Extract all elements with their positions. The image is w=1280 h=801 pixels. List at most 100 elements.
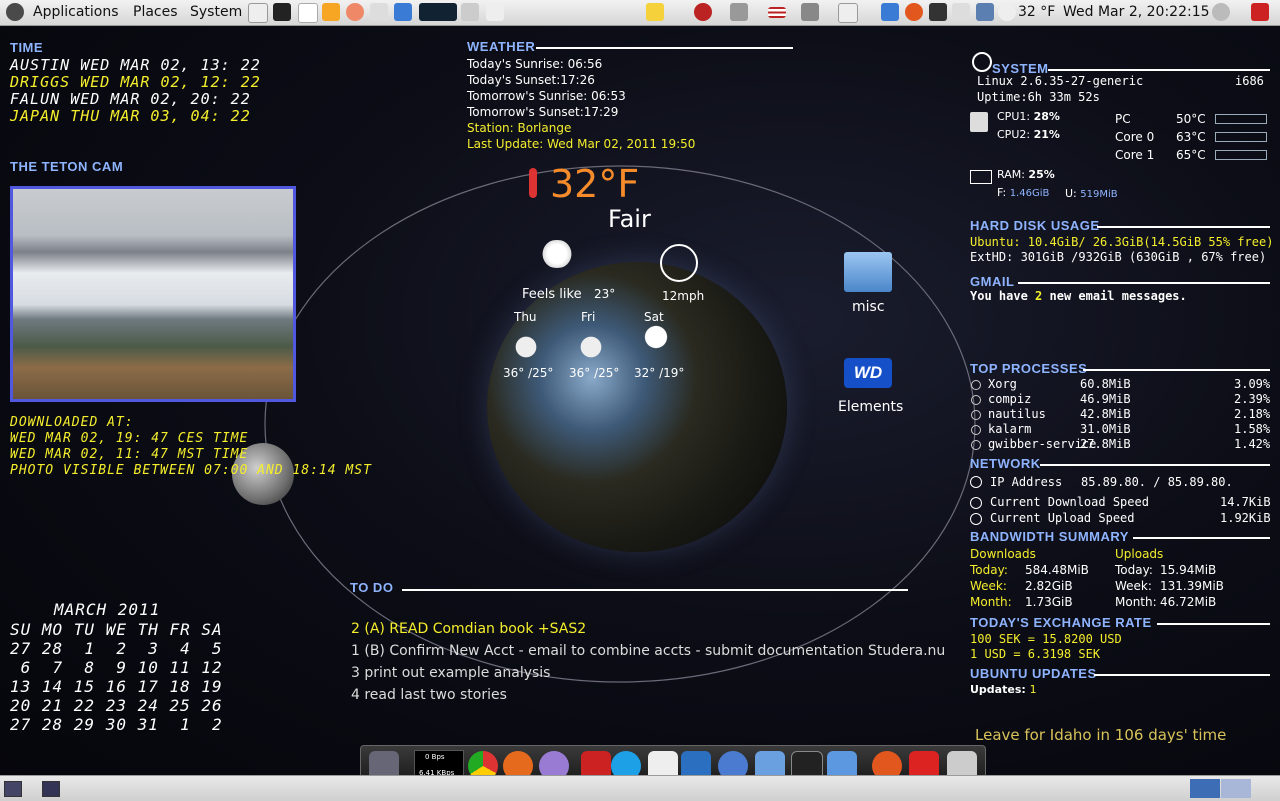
network-divider [1040, 464, 1270, 466]
updates-title: UBUNTU UPDATES [970, 666, 1097, 681]
sunrise-today: Today's Sunrise: 06:56 [467, 57, 603, 71]
bandwidth-up: 131.39MiB [1160, 579, 1224, 593]
downloads-label: Downloads [970, 547, 1036, 561]
process-cpu: 2.18% [1234, 407, 1271, 421]
time-row: JAPAN THU MAR 03, 04: 22 [10, 107, 251, 125]
temp-core1-value: 65°C [1176, 148, 1206, 162]
forecast-day: Sat [644, 310, 664, 324]
disk-divider [1097, 226, 1270, 228]
disk-exthd: ExtHD: 301GiB /932GiB (630GiB , 67% free… [970, 250, 1267, 264]
calendar-week: 6 7 8 9 10 11 12 [10, 658, 223, 677]
disk-ubuntu: Ubuntu: 10.4GiB/ 26.3GiB(14.5GiB 55% fre… [970, 235, 1274, 249]
process-mem: 31.0MiB [1080, 422, 1131, 436]
todo-divider [402, 589, 908, 591]
workspace-2[interactable] [1221, 779, 1251, 798]
ram-free: F: 1.46GiB [997, 186, 1050, 199]
bandwidth-label: Week: [970, 579, 1007, 593]
taskbar-window-icon[interactable] [42, 781, 60, 797]
process-mem: 60.8MiB [1080, 377, 1131, 391]
cpu-icon [970, 112, 988, 132]
ip-value: 85.89.80. / 85.89.80. [1081, 475, 1233, 489]
temp-core1-graph [1215, 150, 1267, 160]
forecast-day: Fri [581, 310, 596, 324]
sun-cloud-icon [538, 240, 576, 268]
sunset-today: Today's Sunset:17:26 [467, 73, 595, 87]
cam-line-ces: WED MAR 02, 19: 47 CES TIME [10, 431, 249, 446]
elements-drive-label[interactable]: Elements [838, 399, 903, 415]
bandwidth-up-label: Week: [1115, 579, 1152, 593]
workspace-1[interactable] [1190, 779, 1220, 798]
bandwidth-up: 15.94MiB [1160, 563, 1217, 577]
forecast-sun-cloud-icon [508, 334, 544, 360]
process-mem: 42.8MiB [1080, 407, 1131, 421]
todo-item: 1 (B) Confirm New Acct - email to combin… [351, 643, 946, 659]
temp-pc-label: PC [1115, 112, 1131, 126]
temp-core0-label: Core 0 [1115, 130, 1155, 144]
gmail-divider [1018, 282, 1270, 284]
process-name: compiz [988, 392, 1032, 406]
exchange-divider [1157, 623, 1270, 625]
ram-icon [970, 170, 992, 184]
upload-speed-label: Current Upload Speed [990, 511, 1135, 525]
bandwidth-label: Today: [970, 563, 1008, 577]
cpu2: CPU2: 21% [997, 128, 1060, 141]
forecast-temps: 36° /25° [569, 366, 620, 380]
process-name: Xorg [988, 377, 1017, 391]
ram-used: U: 519MiB [1065, 187, 1118, 200]
process-cpu: 3.09% [1234, 377, 1271, 391]
thermometer-icon [529, 168, 537, 198]
exchange-title: TODAY'S EXCHANGE RATE [970, 615, 1152, 630]
temp-core0-value: 63°C [1176, 130, 1206, 144]
cam-title: THE TETON CAM [10, 159, 124, 174]
earth-globe [487, 262, 787, 552]
processes-title: TOP PROCESSES [970, 361, 1088, 376]
calendar-week: 20 21 22 23 24 25 26 [10, 696, 223, 715]
disk-title: HARD DISK USAGE [970, 218, 1100, 233]
calendar-week: 13 14 15 16 17 18 19 [10, 677, 223, 696]
bandwidth-divider [1133, 537, 1270, 539]
calendar-week: 27 28 29 30 31 1 2 [10, 715, 223, 734]
feels-like: Feels like 23° [522, 287, 616, 302]
todo-item: 4 read last two stories [351, 687, 507, 703]
process-icon [971, 380, 981, 390]
countdown-text: Leave for Idaho in 106 days' time [975, 726, 1227, 744]
wind-compass-icon [660, 244, 698, 282]
sunset-tomorrow: Tomorrow's Sunset:17:29 [467, 105, 619, 119]
weather-last-update: Last Update: Wed Mar 02, 2011 19:50 [467, 137, 696, 151]
upload-speed-value: 1.92KiB [1220, 511, 1271, 525]
network-title: NETWORK [970, 456, 1041, 471]
temp-core0-graph [1215, 132, 1267, 142]
ip-label: IP Address [990, 475, 1063, 489]
forecast-sun-cloud-icon [573, 334, 609, 360]
process-name: kalarm [988, 422, 1032, 436]
elements-drive-icon[interactable]: WD [844, 358, 892, 388]
process-icon [971, 410, 981, 420]
show-desktop-icon[interactable] [4, 781, 22, 797]
misc-folder-label[interactable]: misc [852, 299, 885, 315]
download-speed-value: 14.7KiB [1220, 495, 1271, 509]
calendar-week: 27 28 1 2 3 4 5 [10, 639, 223, 658]
cpu1: CPU1: 28% [997, 110, 1060, 123]
ram-usage: RAM: 25% [997, 168, 1055, 181]
misc-folder-icon[interactable] [844, 252, 892, 292]
cam-line-visible: PHOTO VISIBLE BETWEEN 07:00 AND 18:14 MS… [10, 463, 372, 478]
process-name: nautilus [988, 407, 1046, 421]
kernel-version: Linux 2.6.35-27-generic [977, 74, 1144, 88]
download-arrow-icon [970, 497, 982, 509]
weather-temp: 32°F [550, 162, 640, 206]
arch: i686 [1235, 74, 1264, 88]
temp-core1-label: Core 1 [1115, 148, 1155, 162]
exchange-sek-usd: 100 SEK = 15.8200 USD [970, 632, 1122, 646]
process-cpu: 1.42% [1234, 437, 1271, 451]
todo-item: 3 print out example analysis [351, 665, 551, 681]
bandwidth-up-label: Month: [1115, 595, 1157, 609]
todo-item: 2 (A) READ Comdian book +SAS2 [351, 621, 587, 637]
download-speed-label: Current Download Speed [990, 495, 1149, 509]
temp-pc-graph [1215, 114, 1267, 124]
exchange-usd-sek: 1 USD = 6.3198 SEK [970, 647, 1101, 661]
upload-arrow-icon [970, 513, 982, 525]
bandwidth-title: BANDWIDTH SUMMARY [970, 529, 1129, 544]
bandwidth-down: 2.82GiB [1025, 579, 1073, 593]
forecast-temps: 36° /25° [503, 366, 554, 380]
process-icon [971, 440, 981, 450]
